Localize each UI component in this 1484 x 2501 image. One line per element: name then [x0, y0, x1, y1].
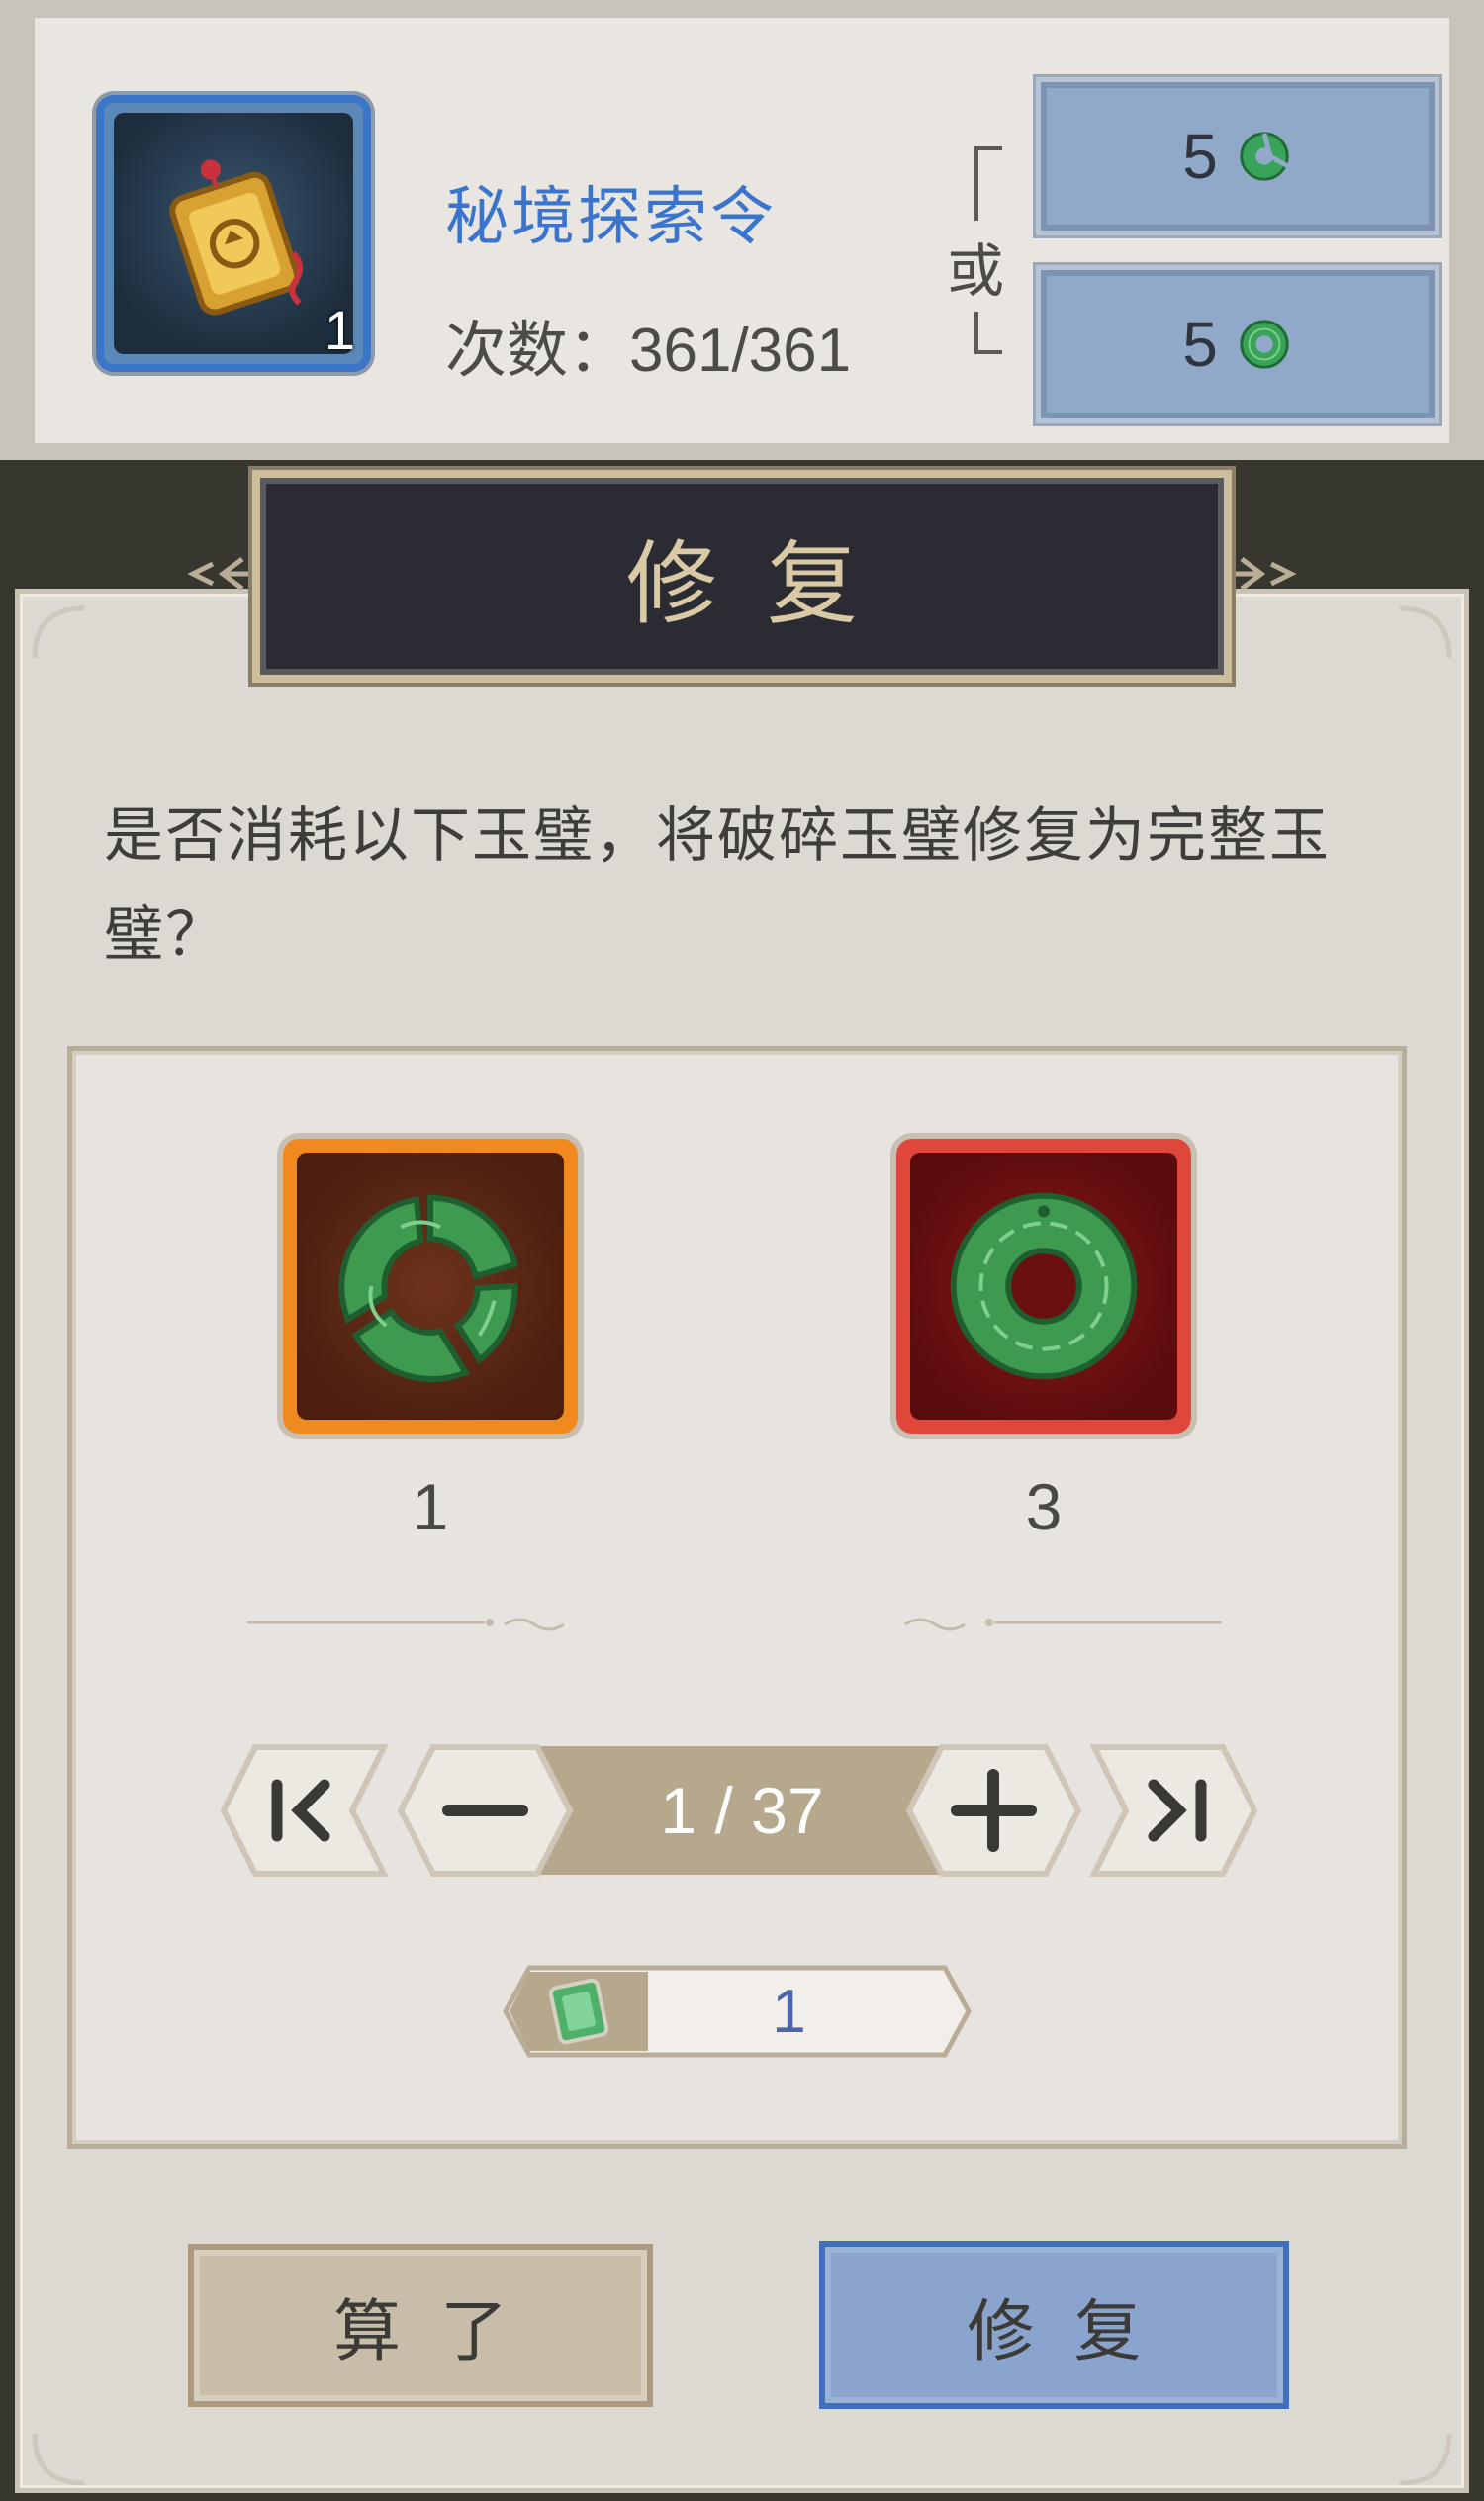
- item-name: 秘境探索令: [445, 181, 777, 254]
- increase-button[interactable]: [902, 1741, 1085, 1880]
- dialog-title: 修复: [625, 531, 907, 637]
- cost-option-broken-jade-button[interactable]: 5: [1036, 77, 1439, 235]
- decrease-button[interactable]: [394, 1741, 577, 1880]
- corner-ornament: [1399, 2433, 1452, 2486]
- repair-cost: 1: [500, 1962, 974, 2061]
- cost-option-amount: 5: [1182, 121, 1218, 192]
- jade-disc-slot[interactable]: [890, 1133, 1197, 1439]
- repair-cost-amount: 1: [772, 1977, 806, 2046]
- repair-label: 修复: [967, 2292, 1181, 2371]
- corner-ornament: [1399, 605, 1452, 659]
- dialog-question: 是否消耗以下玉璧，将破碎玉璧修复为完整玉璧？: [104, 801, 1331, 970]
- jade-disc-icon: [1240, 320, 1289, 369]
- jade-gem-icon: [548, 1978, 609, 2045]
- result-quantity: 3: [1025, 1470, 1063, 1543]
- or-label: 或: [947, 221, 1005, 312]
- item-count: 1: [324, 299, 355, 361]
- item-slot[interactable]: 1: [96, 95, 371, 372]
- repair-button[interactable]: 修复: [819, 2241, 1289, 2409]
- cost-option-jade-disc-button[interactable]: 5: [1036, 265, 1439, 423]
- max-button[interactable]: [1086, 1741, 1262, 1880]
- min-button[interactable]: [216, 1741, 392, 1880]
- dialog-title-plate: 修复: [252, 470, 1232, 683]
- cost-option-amount: 5: [1182, 309, 1218, 380]
- divider-right: [904, 1618, 1222, 1631]
- corner-ornament: [32, 605, 85, 659]
- cancel-button[interactable]: 算了: [188, 2244, 653, 2407]
- uses-label: 次数：: [445, 314, 630, 386]
- broken-jade-disc-icon: [338, 1194, 519, 1383]
- corner-ornament: [32, 2433, 85, 2486]
- item-info-card: 1 秘境探索令 次数：361/361 或 5 5: [35, 18, 1449, 443]
- broken-jade-slot[interactable]: [277, 1133, 584, 1439]
- broken-jade-icon: [1240, 132, 1289, 181]
- item-uses: 次数：361/361: [445, 300, 851, 389]
- source-quantity: 1: [412, 1470, 449, 1543]
- cancel-label: 算了: [332, 2293, 547, 2371]
- uses-value: 361/361: [629, 317, 852, 385]
- jade-disc-icon: [950, 1192, 1138, 1380]
- divider-left: [247, 1618, 565, 1631]
